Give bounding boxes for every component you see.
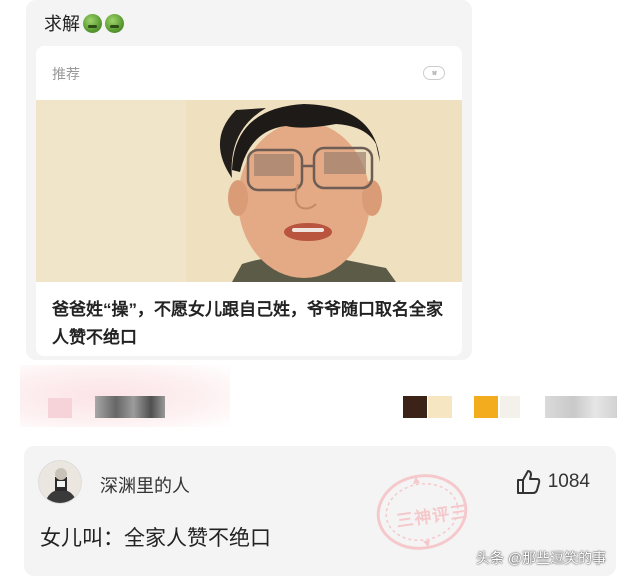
blurred-block bbox=[428, 396, 452, 418]
article-headline: 爸爸姓“操”，不愿女儿跟自己姓，爷爷随口取名全家人赞不绝口 bbox=[52, 300, 443, 347]
blurred-block bbox=[500, 396, 520, 418]
blurred-block bbox=[545, 396, 617, 418]
close-icon[interactable] bbox=[423, 66, 445, 80]
article-thumbnail bbox=[36, 100, 462, 282]
watermark: 头条 @那些逗笑的事 bbox=[476, 550, 607, 566]
avatar[interactable] bbox=[38, 460, 82, 504]
username[interactable]: 深渊里的人 bbox=[100, 472, 190, 498]
post-title: 求解 bbox=[44, 14, 80, 34]
like-count: 1084 bbox=[547, 471, 590, 492]
quoted-post-card[interactable]: 求解 推荐 爸爸姓“操”，不愿女儿跟自己姓，爷爷随口取名全家人赞不绝口 bbox=[26, 0, 472, 360]
frog-emoji-icon bbox=[105, 13, 124, 33]
blurred-block bbox=[403, 396, 427, 418]
thumbs-up-icon bbox=[516, 470, 540, 494]
frog-emoji-icon bbox=[83, 13, 102, 33]
recommend-label: 推荐 bbox=[52, 66, 80, 82]
post-header: 求解 bbox=[26, 0, 472, 46]
comment-text: 女儿叫：全家人赞不绝口 bbox=[40, 527, 271, 550]
recommended-article-card[interactable]: 推荐 爸爸姓“操”，不愿女儿跟自己姓，爷爷随口取名全家人赞不绝口 bbox=[36, 46, 462, 356]
blurred-block bbox=[95, 396, 165, 418]
blurred-block bbox=[48, 398, 72, 418]
god-comment-stamp: 三神评三 bbox=[374, 470, 470, 554]
like-button[interactable]: 1084 bbox=[514, 468, 590, 496]
blurred-block bbox=[474, 396, 498, 418]
